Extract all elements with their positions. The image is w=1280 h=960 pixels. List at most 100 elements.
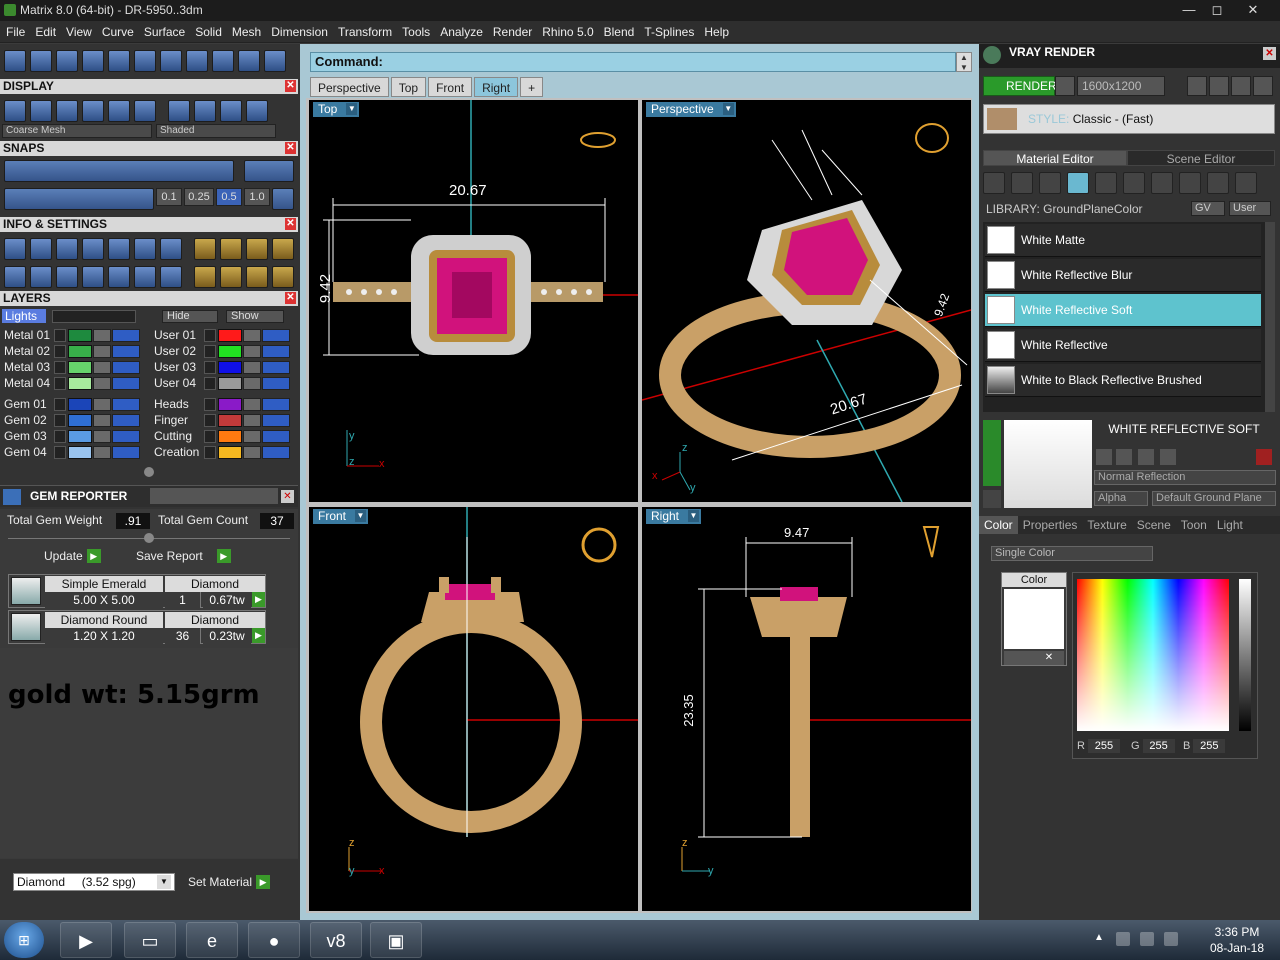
snap-tools-row[interactable] — [4, 188, 154, 210]
lock-icon[interactable] — [243, 377, 261, 390]
visibility-toggle[interactable] — [262, 361, 290, 374]
material-white-reflective-blur[interactable]: White Reflective Blur — [985, 259, 1261, 292]
layer-expand-icon[interactable] — [204, 329, 216, 342]
layout-icon[interactable] — [1209, 76, 1229, 96]
style-select[interactable]: STYLE: Classic - (Fast) — [983, 104, 1275, 134]
menu-transform[interactable]: Transform — [333, 21, 397, 42]
expand-icon[interactable] — [983, 490, 1001, 508]
layer-color-swatch[interactable] — [68, 377, 92, 390]
lock-icon[interactable] — [93, 414, 111, 427]
gem-icon[interactable] — [1011, 172, 1033, 194]
rewind-icon[interactable] — [1187, 76, 1207, 96]
move-target-icon[interactable] — [272, 266, 294, 288]
wireframe-icon[interactable] — [4, 100, 26, 122]
volume-icon[interactable] — [1140, 932, 1154, 946]
color-gradient[interactable] — [1077, 579, 1229, 731]
settings-icon[interactable] — [4, 238, 26, 260]
color-swatch[interactable] — [1004, 589, 1064, 649]
collapse-icon[interactable] — [144, 467, 154, 477]
visibility-toggle[interactable] — [112, 361, 140, 374]
layer-expand-icon[interactable] — [204, 430, 216, 443]
tab-light[interactable]: Light — [1212, 516, 1248, 534]
layers-icon[interactable] — [56, 238, 78, 260]
pin-tool-icon[interactable] — [238, 50, 260, 72]
lock-icon[interactable] — [243, 446, 261, 459]
bulb-icon[interactable] — [1235, 172, 1257, 194]
firefox-icon[interactable]: ● — [248, 922, 300, 958]
color-mode-select[interactable]: Single Color — [991, 546, 1153, 561]
internet-explorer-icon[interactable]: e — [186, 922, 238, 958]
resolution-select[interactable]: 1600x1200 — [1077, 76, 1165, 96]
tab-properties[interactable]: Properties — [1018, 516, 1083, 534]
play-icon[interactable]: ▶ — [252, 592, 265, 607]
tab-scene-editor[interactable]: Scene Editor — [1127, 150, 1275, 166]
refresh-icon[interactable] — [1256, 449, 1272, 465]
scatter-icon[interactable] — [134, 266, 156, 288]
tile-icon[interactable] — [4, 266, 26, 288]
lights-layer[interactable]: Lights — [2, 309, 46, 323]
sphere-white-icon[interactable] — [168, 100, 190, 122]
cube-icon[interactable] — [160, 238, 182, 260]
paint-icon[interactable] — [1207, 172, 1229, 194]
monitor-icon[interactable] — [30, 266, 52, 288]
reflection-select[interactable]: Normal Reflection — [1094, 470, 1276, 485]
menu-file[interactable]: File — [0, 21, 30, 42]
media-player-icon[interactable]: ▶ — [60, 922, 112, 958]
layer-color-swatch[interactable] — [68, 398, 92, 411]
clear-icon[interactable]: ✕ — [1034, 651, 1064, 665]
layer-row[interactable]: Gem 02 — [4, 413, 144, 428]
layer-expand-icon[interactable] — [54, 377, 66, 390]
layer-color-swatch[interactable] — [68, 361, 92, 374]
image-icon[interactable] — [272, 238, 294, 260]
red-value[interactable]: 255 — [1087, 739, 1120, 753]
sphere-gold-icon[interactable] — [194, 100, 216, 122]
visibility-toggle[interactable] — [112, 329, 140, 342]
layer-row[interactable]: User 01 — [154, 328, 294, 343]
action-center-icon[interactable] — [1116, 932, 1130, 946]
layer-row[interactable]: Metal 03 — [4, 360, 144, 375]
visibility-toggle[interactable] — [262, 329, 290, 342]
menu-rhino[interactable]: Rhino 5.0 — [537, 21, 598, 42]
ring-icon[interactable] — [194, 266, 216, 288]
layer-expand-icon[interactable] — [54, 414, 66, 427]
target-icon[interactable] — [220, 266, 242, 288]
filter-icon[interactable] — [108, 266, 130, 288]
layer-row[interactable]: Cutting — [154, 429, 294, 444]
layer-row[interactable]: User 03 — [154, 360, 294, 375]
rotate-tool-icon[interactable] — [30, 50, 52, 72]
material-white-matte[interactable]: White Matte — [985, 224, 1261, 257]
viewport-right[interactable]: Right ▼ 9.47 23.35 z y — [642, 507, 971, 911]
matrix-app-icon[interactable]: v8 — [310, 922, 362, 958]
layer-row[interactable]: Gem 04 — [4, 445, 144, 460]
layer-expand-icon[interactable] — [54, 430, 66, 443]
layer-row[interactable]: Gem 01 — [4, 397, 144, 412]
box-icon[interactable] — [56, 266, 78, 288]
viewport-label-top[interactable]: Top ▼ — [313, 102, 360, 117]
tab-material-editor[interactable]: Material Editor — [983, 150, 1127, 166]
layer-expand-icon[interactable] — [204, 361, 216, 374]
red-field[interactable]: R 255 — [1077, 739, 1120, 753]
layer-color-swatch[interactable] — [68, 329, 92, 342]
value-slider[interactable] — [1239, 579, 1251, 731]
viewport-label-perspective[interactable]: Perspective ▼ — [646, 102, 736, 117]
menu-solid[interactable]: Solid — [190, 21, 227, 42]
technical-icon[interactable] — [108, 100, 130, 122]
layer-expand-icon[interactable] — [204, 446, 216, 459]
close-icon[interactable]: ✕ — [285, 142, 296, 154]
file-explorer-icon[interactable]: ▭ — [124, 922, 176, 958]
lock-icon[interactable] — [93, 329, 111, 342]
tab-scene[interactable]: Scene — [1132, 516, 1176, 534]
layer-color-swatch[interactable] — [218, 398, 242, 411]
list-icon[interactable] — [1231, 76, 1251, 96]
lock-icon[interactable] — [93, 377, 111, 390]
layer-expand-icon[interactable] — [54, 329, 66, 342]
ground-plane-select[interactable]: Default Ground Plane — [1152, 491, 1276, 506]
layer-expand-icon[interactable] — [204, 377, 216, 390]
visibility-toggle[interactable] — [262, 446, 290, 459]
layer-expand-icon[interactable] — [204, 414, 216, 427]
lock-icon[interactable] — [243, 329, 261, 342]
gem-collapse-icon[interactable] — [144, 533, 154, 543]
tab-toon[interactable]: Toon — [1176, 516, 1212, 534]
snap-target-icon[interactable] — [246, 266, 268, 288]
snaps-toolbar[interactable] — [4, 160, 234, 182]
